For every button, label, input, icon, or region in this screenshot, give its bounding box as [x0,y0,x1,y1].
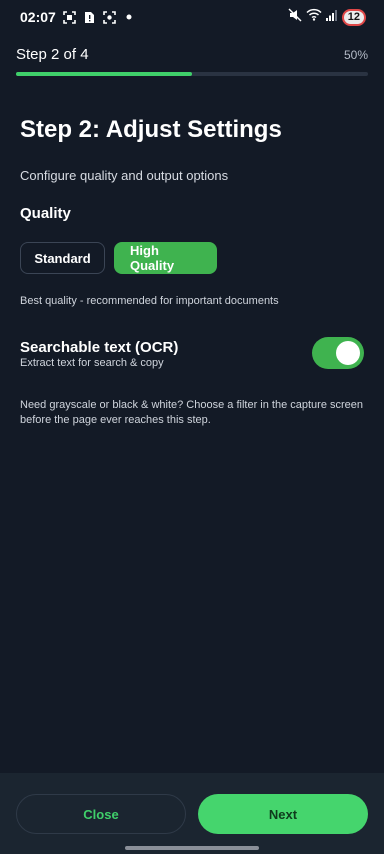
quality-hint: Best quality - recommended for important… [20,295,279,307]
battery-indicator: 12 [341,8,366,26]
quality-label: Quality [20,205,71,222]
quality-options: Standard High Quality [20,242,217,274]
page-title: Step 2: Adjust Settings [20,116,282,143]
progress-bar [16,72,368,76]
ocr-title: Searchable text (OCR) [20,339,179,356]
mute-icon [288,8,302,27]
signal-icon [325,8,338,26]
screenshot-icon [62,10,76,24]
toggle-knob [336,341,360,365]
quality-option-high[interactable]: High Quality [114,242,217,274]
step-label: Step 2 of 4 [16,46,89,63]
ocr-toggle[interactable] [312,337,364,369]
step-percent: 50% [343,48,368,62]
status-bar: 02:07 12 [0,0,384,36]
focus-icon [102,10,116,24]
status-left-icons [62,9,136,25]
status-time: 02:07 [20,9,56,25]
wifi-icon [306,8,322,26]
sim-alert-icon [82,10,96,24]
status-right-icons: 12 [288,8,366,26]
next-button[interactable]: Next [198,794,368,834]
close-button[interactable]: Close [16,794,186,834]
filter-note: Need grayscale or black & white? Choose … [20,399,364,426]
bottom-bar: Close Next [0,773,384,854]
step-header: Step 2 of 4 50% [16,46,368,66]
progress-fill [16,72,192,76]
screen: 02:07 12 Step 2 of 4 50% Step 2: Adjust … [0,0,384,854]
quality-option-standard[interactable]: Standard [20,242,105,274]
ocr-subtitle: Extract text for search & copy [20,357,164,369]
page-subtitle: Configure quality and output options [20,168,229,183]
dot-icon [122,10,136,24]
home-indicator[interactable] [125,846,259,850]
